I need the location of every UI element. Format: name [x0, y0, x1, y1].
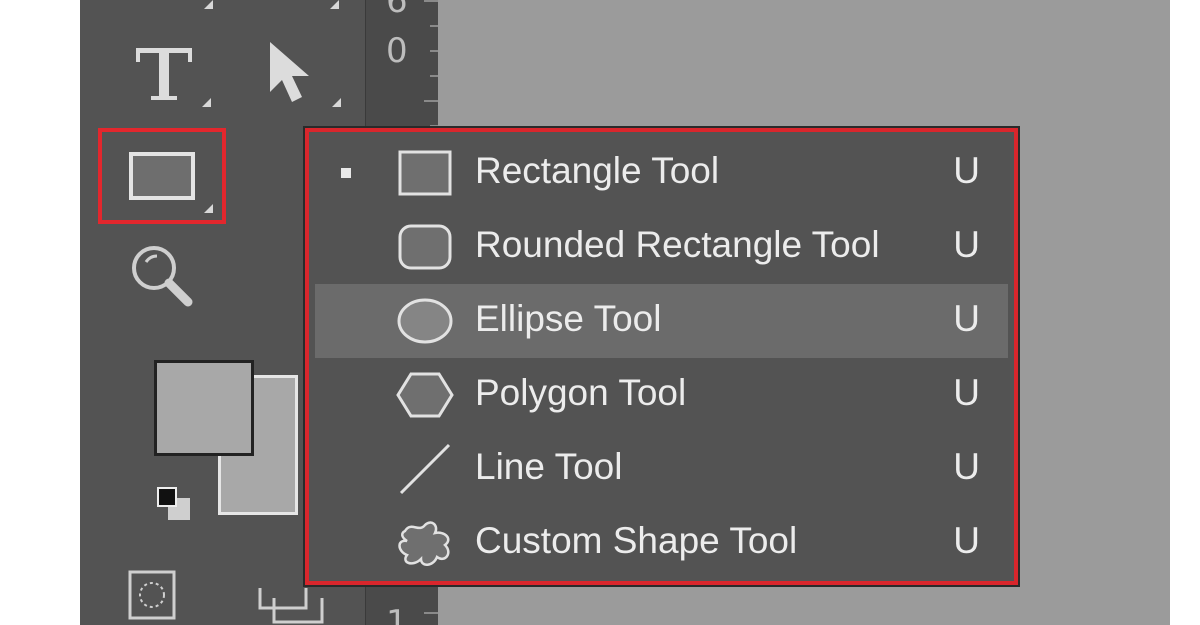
- menu-item-shortcut: U: [953, 446, 980, 487]
- ruler-tick: [430, 125, 438, 127]
- tool-group-corner: [202, 98, 211, 107]
- arrow-cursor-icon: [270, 42, 309, 102]
- rectangle-tool[interactable]: [98, 128, 226, 224]
- ruler-tick: [430, 75, 438, 77]
- ruler-tick: [424, 100, 438, 102]
- menu-item-label: Custom Shape Tool: [475, 520, 798, 561]
- polygon-icon: [396, 372, 454, 418]
- ruler-number: 0: [386, 31, 408, 71]
- path-selection-tool[interactable]: [260, 38, 341, 110]
- ruler-tick: [430, 50, 438, 52]
- magnifier-icon: [132, 246, 193, 307]
- menu-item-label: Line Tool: [475, 446, 623, 487]
- tool-group-corner: [204, 0, 213, 9]
- foreground-color-swatch[interactable]: [154, 360, 254, 456]
- menu-item-shortcut: U: [953, 520, 980, 561]
- quick-mask-button[interactable]: [128, 570, 176, 620]
- photoshop-window: 6 0 1 Rectangle Tool U Rounded Rectangle…: [80, 0, 1170, 625]
- type-icon: [136, 48, 192, 100]
- quick-mask-icon: [128, 570, 176, 620]
- current-tool-indicator: [341, 168, 351, 178]
- menu-item-shortcut: U: [953, 224, 980, 265]
- ruler-tick: [424, 0, 438, 2]
- menu-item-rounded-rectangle-tool[interactable]: Rounded Rectangle Tool U: [315, 210, 1008, 284]
- tool-group-corner: [332, 98, 341, 107]
- screen-mode-icon: [258, 588, 324, 624]
- menu-item-label: Rectangle Tool: [475, 150, 720, 191]
- zoom-tool[interactable]: [126, 240, 198, 312]
- tool-group-corner: [330, 0, 339, 9]
- rectangle-icon: [398, 150, 452, 196]
- ellipse-icon: [397, 298, 453, 344]
- rectangle-icon: [129, 152, 195, 200]
- menu-item-shortcut: U: [953, 150, 980, 191]
- default-colors-button[interactable]: [156, 486, 196, 526]
- type-tool[interactable]: [130, 38, 211, 108]
- ruler-tick: [424, 612, 438, 614]
- menu-item-rectangle-tool[interactable]: Rectangle Tool U: [315, 136, 1008, 210]
- menu-item-line-tool[interactable]: Line Tool U: [315, 432, 1008, 506]
- menu-item-label: Rounded Rectangle Tool: [475, 224, 880, 265]
- menu-item-shortcut: U: [953, 298, 980, 339]
- line-icon: [399, 443, 451, 495]
- menu-item-label: Polygon Tool: [475, 372, 687, 413]
- menu-item-label: Ellipse Tool: [475, 298, 662, 339]
- tool-group-corner: [204, 204, 213, 213]
- shape-tools-flyout: Rectangle Tool U Rounded Rectangle Tool …: [305, 128, 1018, 585]
- custom-shape-icon: [398, 521, 450, 566]
- menu-item-polygon-tool[interactable]: Polygon Tool U: [315, 358, 1008, 432]
- menu-item-custom-shape-tool[interactable]: Custom Shape Tool U: [315, 506, 1008, 580]
- ruler-number: 1: [386, 603, 408, 625]
- screen-mode-button[interactable]: [256, 578, 326, 625]
- default-colors-icon: [157, 487, 190, 520]
- ruler-number: 6: [386, 0, 408, 21]
- menu-item-shortcut: U: [953, 372, 980, 413]
- ruler-tick: [430, 25, 438, 27]
- rounded-rectangle-icon: [398, 224, 452, 270]
- menu-item-ellipse-tool[interactable]: Ellipse Tool U: [315, 284, 1008, 358]
